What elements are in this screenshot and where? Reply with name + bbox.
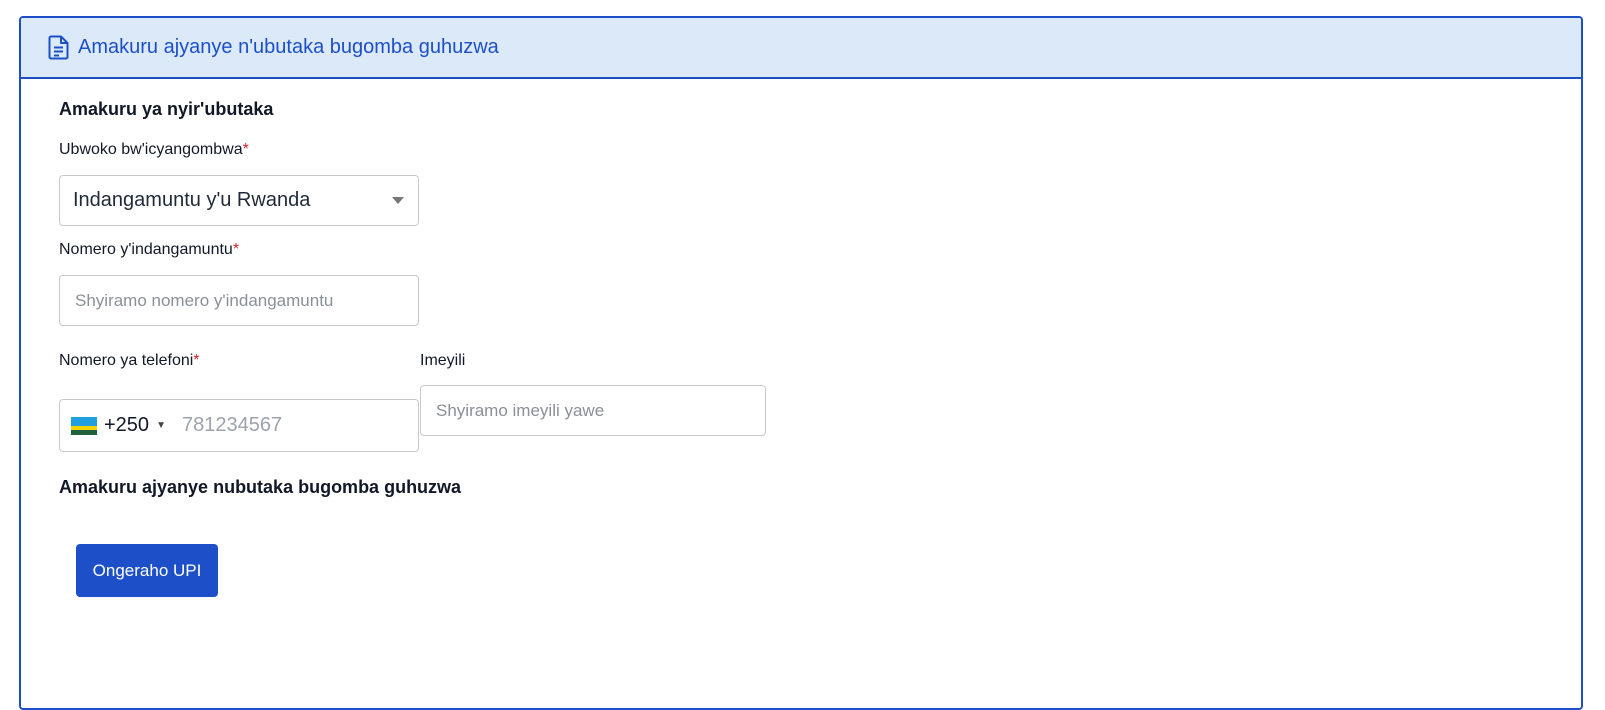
rwanda-flag-icon	[71, 416, 97, 435]
required-mark: *	[242, 141, 249, 158]
required-mark: *	[232, 241, 240, 258]
caret-down-icon: ▼	[156, 420, 166, 431]
email-input[interactable]	[420, 385, 766, 436]
chevron-down-icon	[392, 197, 404, 204]
id-number-input[interactable]	[59, 275, 419, 326]
phone-label: Nomero ya telefoni*	[59, 352, 200, 370]
document-type-selected-value: Indangamuntu y'u Rwanda	[73, 189, 311, 211]
id-number-label-text: Nomero y'indangamuntu	[59, 241, 233, 258]
card-title: Amakuru ajyanye n'ubutaka bugomba guhuzw…	[78, 36, 499, 58]
id-number-label: Nomero y'indangamuntu*	[59, 241, 239, 259]
document-type-label: Ubwoko bw'icyangombwa*	[59, 141, 249, 159]
phone-field: +250 ▼	[59, 399, 419, 452]
country-code-selector[interactable]: +250 ▼	[60, 414, 166, 437]
owner-section-title: Amakuru ya nyir'ubutaka	[59, 99, 274, 119]
email-label: Imeyili	[420, 352, 466, 369]
phone-label-text: Nomero ya telefoni	[59, 352, 194, 369]
card-header: Amakuru ajyanye n'ubutaka bugomba guhuzw…	[21, 18, 1581, 79]
dial-code: +250	[104, 414, 150, 436]
document-type-select[interactable]: Indangamuntu y'u Rwanda	[59, 175, 419, 226]
parcel-section-title: Amakuru ajyanye nubutaka bugomba guhuzwa	[59, 477, 462, 497]
required-mark: *	[193, 352, 200, 369]
add-upi-button[interactable]: Ongeraho UPI	[76, 544, 218, 597]
document-type-label-text: Ubwoko bw'icyangombwa	[59, 141, 243, 158]
land-info-card: Amakuru ajyanye n'ubutaka bugomba guhuzw…	[19, 16, 1583, 710]
document-icon	[48, 35, 70, 60]
phone-number-input[interactable]	[179, 413, 384, 438]
